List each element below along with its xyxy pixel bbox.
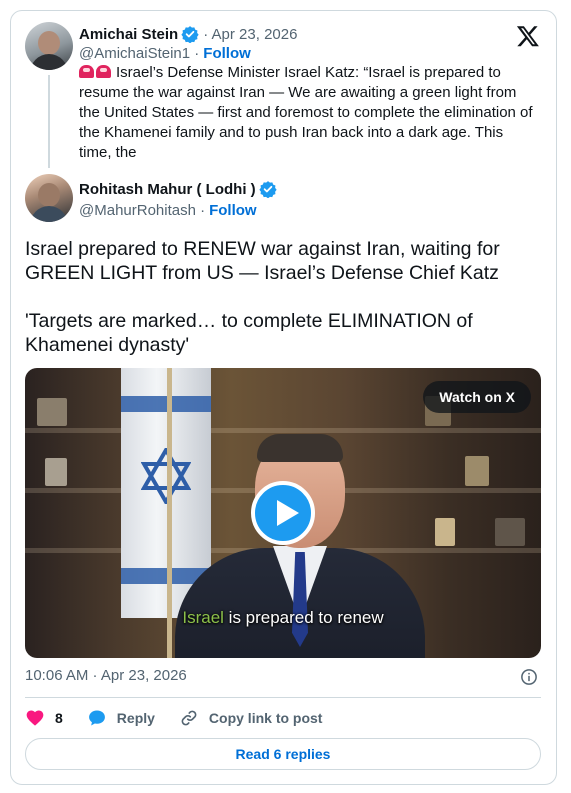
main-tweet-text: Israel prepared to RENEW war against Ira… bbox=[25, 237, 540, 357]
copy-link-button[interactable]: Copy link to post bbox=[179, 708, 323, 728]
main-handle[interactable]: @MahurRohitash · bbox=[79, 202, 205, 219]
like-count: 8 bbox=[55, 710, 63, 726]
main-handle-row: @MahurRohitash · Follow bbox=[79, 202, 257, 219]
verified-badge-icon bbox=[181, 26, 199, 43]
read-replies-button[interactable]: Read 6 replies bbox=[25, 738, 541, 770]
reply-button[interactable]: Reply bbox=[87, 708, 155, 728]
quoted-date[interactable]: · Apr 23, 2026 bbox=[203, 26, 297, 43]
like-button[interactable]: 8 bbox=[25, 708, 63, 728]
siren-icon bbox=[79, 65, 94, 78]
main-tweet-paragraph-2: 'Targets are marked… to complete ELIMINA… bbox=[25, 310, 473, 356]
quoted-author-name[interactable]: Amichai Stein bbox=[79, 26, 178, 43]
main-follow-button[interactable]: Follow bbox=[209, 202, 257, 219]
avatar-face bbox=[38, 31, 60, 55]
info-icon[interactable] bbox=[520, 668, 538, 686]
video-caption: Israel is prepared to renew bbox=[25, 608, 541, 628]
shelf-object bbox=[435, 518, 455, 546]
copy-link-label: Copy link to post bbox=[208, 710, 323, 726]
shelf-object bbox=[465, 456, 489, 486]
shelf-object bbox=[37, 398, 67, 426]
main-author-name[interactable]: Rohitash Mahur ( Lodhi ) bbox=[79, 181, 256, 198]
quoted-handle[interactable]: @AmichaiStein1 · bbox=[79, 45, 199, 62]
divider bbox=[25, 697, 541, 698]
watch-on-x-button[interactable]: Watch on X bbox=[423, 381, 531, 413]
avatar-face bbox=[38, 183, 60, 207]
quoted-tweet-text: Israel’s Defense Minister Israel Katz: “… bbox=[79, 63, 537, 163]
quoted-tweet-body: Israel’s Defense Minister Israel Katz: “… bbox=[79, 64, 533, 161]
tweet-actions-bar: 8 Reply Copy link to post bbox=[25, 707, 346, 729]
avatar-shoulders bbox=[30, 206, 68, 222]
reply-label: Reply bbox=[116, 710, 155, 726]
thread-connector-line bbox=[48, 75, 50, 168]
flag-stripe bbox=[121, 396, 211, 412]
play-button-icon[interactable] bbox=[251, 481, 315, 545]
speaker-hair bbox=[257, 434, 343, 462]
avatar-rohitash-mahur[interactable] bbox=[25, 174, 73, 222]
video-player[interactable]: Watch on X Israel is prepared to renew bbox=[25, 368, 541, 658]
quoted-follow-button[interactable]: Follow bbox=[203, 45, 251, 62]
caption-highlight: Israel bbox=[182, 608, 224, 627]
tweet-timestamp[interactable]: 10:06 AM · Apr 23, 2026 bbox=[25, 667, 187, 684]
siren-icon bbox=[96, 65, 111, 78]
speech-bubble-icon bbox=[88, 710, 105, 726]
link-icon bbox=[181, 710, 197, 726]
avatar-shoulders bbox=[30, 54, 68, 70]
x-logo-icon[interactable] bbox=[516, 24, 540, 48]
avatar-amichai-stein[interactable] bbox=[25, 22, 73, 70]
caption-text: is prepared to renew bbox=[223, 608, 384, 627]
heart-icon bbox=[26, 710, 44, 726]
shelf-object bbox=[45, 458, 67, 486]
shelf-object bbox=[495, 518, 525, 546]
verified-badge-icon bbox=[259, 181, 277, 198]
main-tweet-paragraph-1: Israel prepared to RENEW war against Ira… bbox=[25, 238, 500, 284]
main-author-row: Rohitash Mahur ( Lodhi ) bbox=[79, 180, 277, 198]
quoted-author-row: Amichai Stein · Apr 23, 2026 bbox=[79, 25, 297, 43]
quoted-handle-row: @AmichaiStein1 · Follow bbox=[79, 45, 251, 62]
